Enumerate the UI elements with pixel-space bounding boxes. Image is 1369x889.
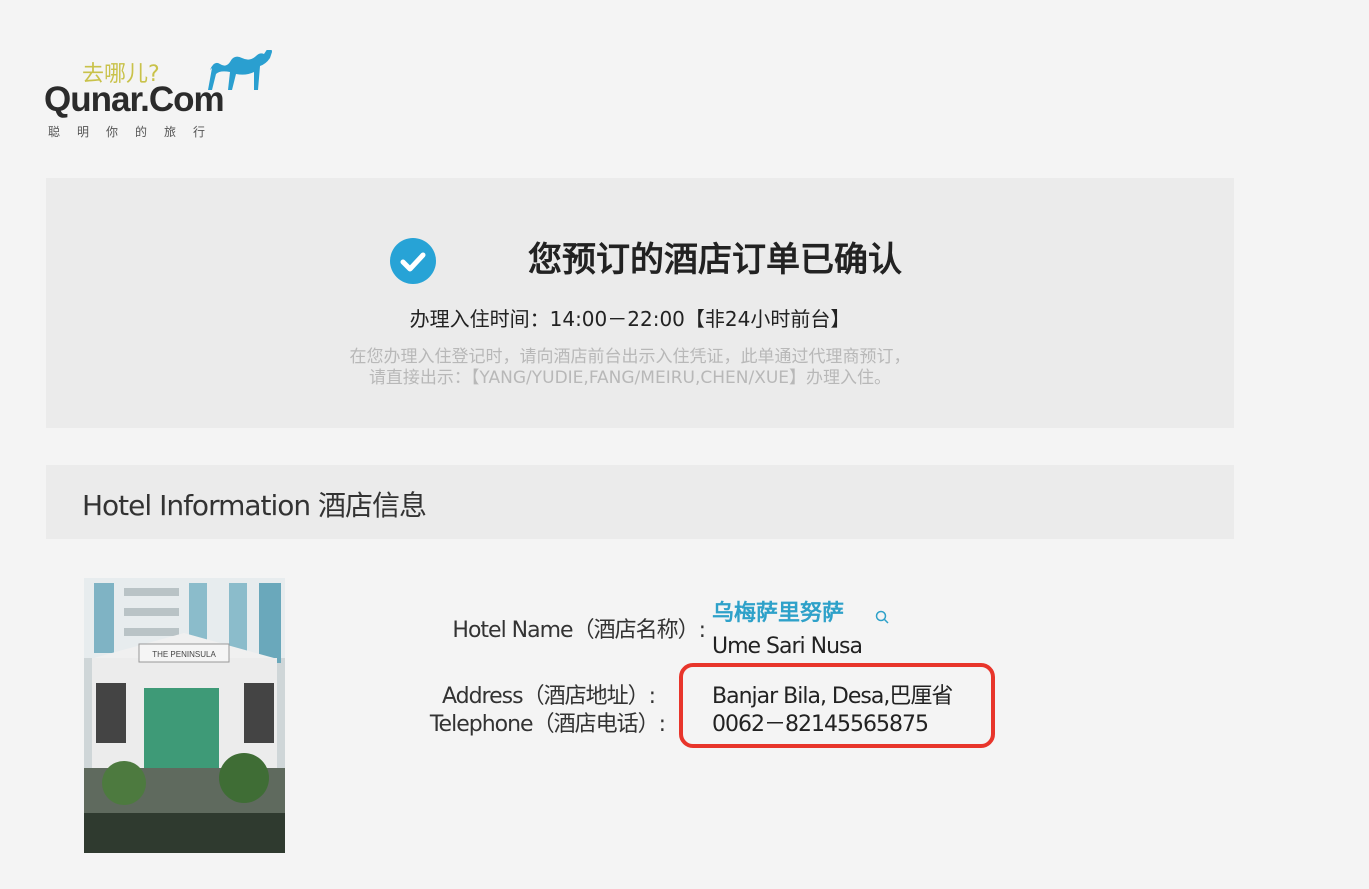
hotel-name-label: Hotel Name（酒店名称）: xyxy=(452,618,706,643)
hotel-info-title: Hotel Information 酒店信息 xyxy=(82,489,427,522)
logo-brand: Qunar.Com xyxy=(44,80,225,119)
logo-tagline: 聪明你的旅行 xyxy=(48,125,223,139)
notice-line-2: 请直接出示：【YANG/YUDIE,FANG/MEIRU,CHEN/XUE】办理… xyxy=(368,368,892,388)
hotel-photo: THE PENINSULA xyxy=(84,578,285,853)
qunar-logo[interactable]: 去哪儿? Qunar.Com 聪明你的旅行 xyxy=(44,50,284,145)
notice-line-1: 在您办理入住登记时，请向酒店前台出示入住凭证，此单通过代理商预订， xyxy=(349,347,911,367)
checkin-time: 办理入住时间：14:00－22:00【非24小时前台】 xyxy=(409,307,851,331)
highlight-box xyxy=(679,663,995,748)
hotel-name-cn-link[interactable]: 乌梅萨里努萨 xyxy=(712,595,844,627)
hotel-sign: THE PENINSULA xyxy=(152,650,216,659)
telephone-label: Telephone（酒店电话）: xyxy=(429,712,666,737)
hotel-name-en: Ume Sari Nusa xyxy=(712,634,863,659)
search-icon[interactable] xyxy=(875,610,889,624)
checkin-notice: 在您办理入住登记时，请向酒店前台出示入住凭证，此单通过代理商预订， 请直接出示：… xyxy=(0,347,1260,389)
confirmation-title: 您预订的酒店订单已确认 xyxy=(528,240,902,280)
